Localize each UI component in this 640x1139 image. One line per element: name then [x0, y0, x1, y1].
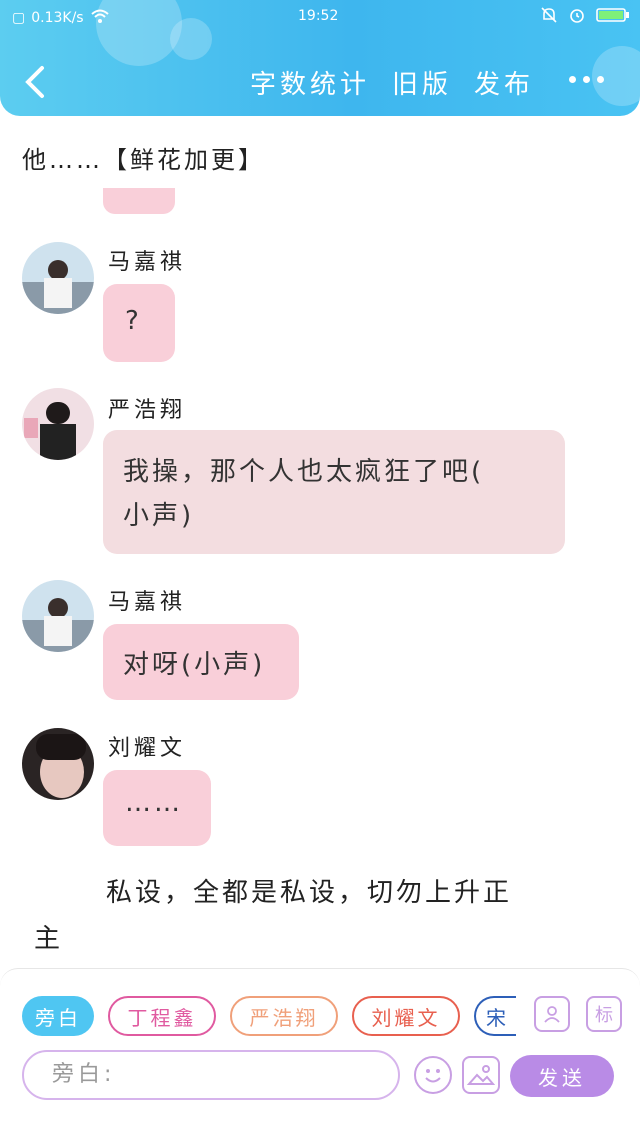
role-chip-liu[interactable]: 刘耀文 — [352, 996, 460, 1036]
battery-icon — [596, 7, 630, 27]
tag-icon[interactable]: 标 — [586, 996, 622, 1032]
role-chip-yan[interactable]: 严浩翔 — [230, 996, 338, 1036]
clock: 19:52 — [298, 8, 339, 24]
narration-text: 私设，全都是私设，切勿上升正 — [106, 878, 513, 908]
story-line: 他……【鲜花加更】 — [22, 146, 265, 174]
role-chip-ding[interactable]: 丁程鑫 — [108, 996, 216, 1036]
avatar[interactable] — [22, 388, 94, 460]
message-bubble: …… — [103, 770, 211, 846]
notification-icon: ▢ — [12, 10, 26, 26]
speaker-name: 刘耀文 — [108, 736, 187, 761]
avatar[interactable] — [22, 728, 94, 800]
more-options-icon[interactable] — [569, 76, 604, 83]
avatar[interactable] — [22, 580, 94, 652]
app-header: ▢ 0.13K/s 19:52 字数统计 旧版 发布 — [0, 0, 640, 116]
alarm-icon — [568, 6, 586, 28]
image-icon[interactable] — [462, 1056, 500, 1094]
role-chip-narrator[interactable]: 旁白 — [22, 996, 94, 1036]
message-bubble: 我操，那个人也太疯狂了吧( 小声) — [103, 430, 565, 554]
publish-button[interactable]: 发布 — [474, 64, 534, 101]
speaker-name: 严浩翔 — [108, 398, 187, 423]
message-text-line: 小声) — [123, 501, 195, 531]
status-bar: ▢ 0.13K/s 19:52 — [0, 6, 640, 28]
narration-text: 主 — [34, 924, 64, 954]
old-version-button[interactable]: 旧版 — [392, 64, 452, 101]
avatar[interactable] — [22, 242, 94, 314]
add-character-icon[interactable] — [534, 996, 570, 1032]
message-text-line: 我操，那个人也太疯狂了吧( — [123, 457, 485, 487]
send-button[interactable]: 发送 — [510, 1055, 614, 1097]
back-arrow-icon[interactable] — [20, 62, 54, 102]
role-chip-song[interactable]: 宋 — [474, 996, 516, 1036]
speaker-name: 马嘉祺 — [108, 590, 187, 615]
emoji-icon[interactable] — [414, 1056, 452, 1094]
message-input[interactable]: 旁白: — [22, 1050, 400, 1100]
mute-bell-icon — [540, 6, 558, 28]
message-bubble — [103, 188, 175, 214]
word-count-button[interactable]: 字数统计 — [250, 64, 370, 101]
network-speed: 0.13K/s — [31, 10, 84, 26]
wifi-icon — [90, 8, 110, 28]
speaker-name: 马嘉祺 — [108, 250, 187, 275]
message-bubble: 对呀(小声) — [103, 624, 299, 700]
message-bubble: ? — [103, 284, 175, 362]
